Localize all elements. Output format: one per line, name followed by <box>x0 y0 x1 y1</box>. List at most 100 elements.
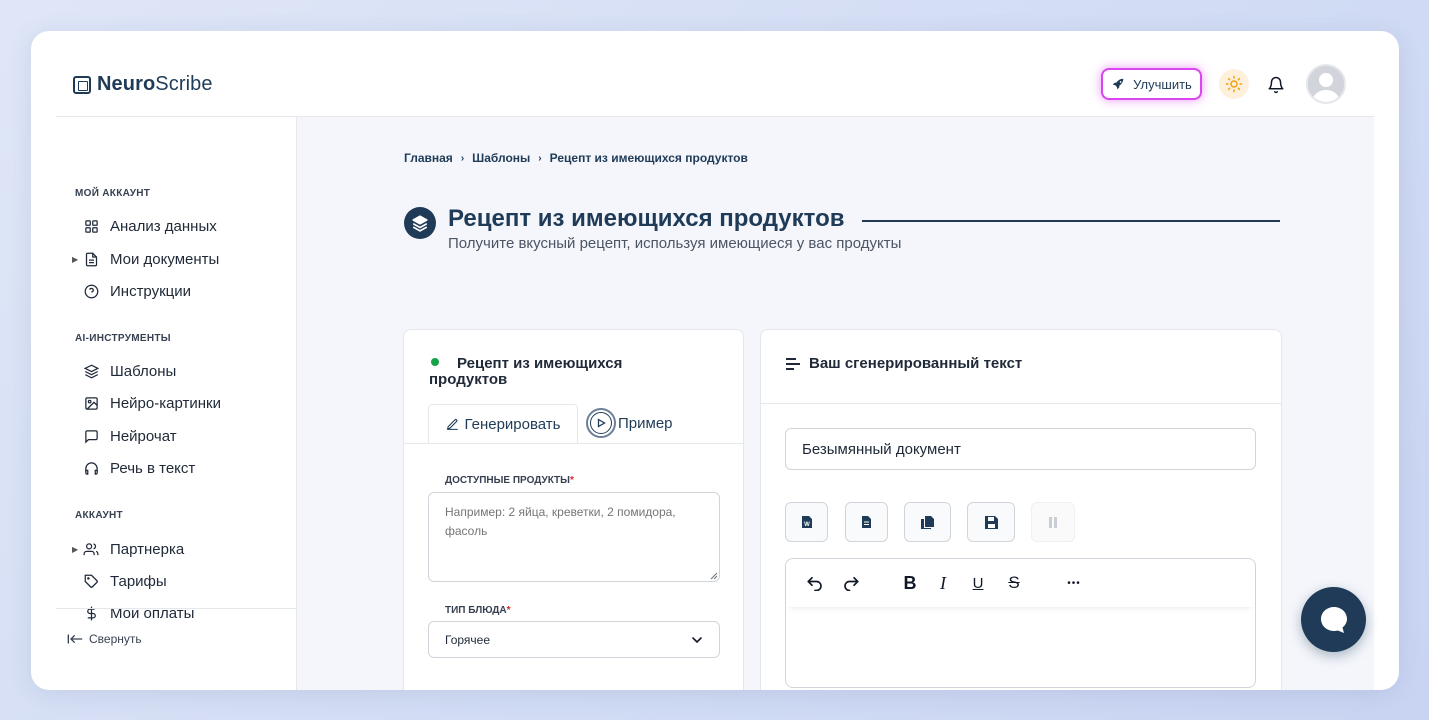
page-title: Рецепт из имеющихся продуктов <box>448 205 845 232</box>
app-window: NeuroScribe Улучшить Мой аккаунт Анализ … <box>31 31 1399 690</box>
collapse-arrow-icon <box>67 634 83 644</box>
breadcrumb-templates[interactable]: Шаблоны <box>472 151 530 165</box>
bold-button[interactable]: B <box>901 571 919 595</box>
rich-text-editor[interactable]: B I U S ••• <box>785 558 1256 688</box>
sidebar-item-my-payments[interactable]: Мои оплаты <box>72 601 194 625</box>
chat-bubble-icon <box>1320 606 1347 633</box>
dollar-icon <box>82 604 100 622</box>
play-icon <box>586 408 616 438</box>
form-card-title: Рецепт из имеющихся продуктов <box>429 355 623 388</box>
image-icon <box>82 394 100 412</box>
user-silhouette-icon <box>1308 66 1344 102</box>
sidebar-divider <box>56 608 296 609</box>
export-text-button[interactable] <box>845 502 888 542</box>
collapse-sidebar-button[interactable]: Свернуть <box>67 632 142 646</box>
sidebar-item-neurochat[interactable]: Нейрочат <box>72 424 177 448</box>
align-left-icon <box>786 357 800 370</box>
layers-icon <box>82 362 100 380</box>
sidebar-item-label: Нейро-картинки <box>110 394 221 412</box>
collapse-label: Свернуть <box>89 632 142 646</box>
chevron-down-icon <box>692 636 702 643</box>
output-title: Ваш сгенерированный текст <box>809 355 1023 372</box>
resize-handle-icon[interactable] <box>708 570 718 580</box>
sidebar-item-data-analysis[interactable]: Анализ данных <box>72 214 217 238</box>
sidebar-item-speech-to-text[interactable]: Речь в текст <box>72 456 195 480</box>
pause-button[interactable] <box>1031 502 1075 542</box>
undo-icon <box>807 576 822 591</box>
headphones-icon <box>82 459 100 477</box>
support-chat-button[interactable] <box>1301 587 1366 652</box>
document-icon <box>82 250 100 268</box>
tag-icon <box>82 572 100 590</box>
section-label-ai-tools: AI-инструменты <box>75 333 171 344</box>
redo-button[interactable] <box>840 571 862 595</box>
section-label-my-account: Мой аккаунт <box>75 188 151 199</box>
rocket-icon <box>1112 78 1124 90</box>
upgrade-label: Улучшить <box>1133 76 1192 92</box>
sidebar-item-my-documents[interactable]: ▶ Мои документы <box>72 247 219 271</box>
breadcrumb-current: Рецепт из имеющихся продуктов <box>549 151 748 165</box>
help-circle-icon <box>82 282 100 300</box>
grid-icon <box>82 217 100 235</box>
svg-text:W: W <box>804 522 810 528</box>
sidebar-item-tariffs[interactable]: Тарифы <box>72 569 167 593</box>
sidebar-item-templates[interactable]: Шаблоны <box>72 359 176 383</box>
sidebar-item-partners[interactable]: ▶ Партнерка <box>72 537 184 561</box>
brand-name: NeuroScribe <box>97 73 213 95</box>
sidebar-item-label: Анализ данных <box>110 217 217 235</box>
tab-generate[interactable]: Генерировать <box>428 404 578 444</box>
user-avatar[interactable] <box>1306 64 1346 104</box>
word-file-icon: W <box>801 516 812 528</box>
brand-logo[interactable]: NeuroScribe <box>73 73 213 96</box>
underline-button[interactable]: U <box>970 571 986 595</box>
breadcrumb-home[interactable]: Главная <box>404 151 453 165</box>
copy-button[interactable] <box>904 502 951 542</box>
title-underline <box>862 220 1280 222</box>
tab-generate-label: Генерировать <box>464 416 561 433</box>
layers-icon <box>404 207 436 239</box>
sidebar-item-label: Мои документы <box>110 250 220 268</box>
file-text-icon <box>862 516 871 528</box>
breadcrumb: Главная › Шаблоны › Рецепт из имеющихся … <box>404 151 748 165</box>
template-form-card: Рецепт из имеющихся продуктов Генерирова… <box>403 329 745 690</box>
strikethrough-button[interactable]: S <box>1005 571 1023 595</box>
sidebar-item-label: Шаблоны <box>110 362 177 380</box>
caret-right-icon[interactable]: ▶ <box>72 255 82 264</box>
more-options-button[interactable]: ••• <box>1063 571 1085 595</box>
editor-toolbar: B I U S ••• <box>786 559 1255 607</box>
products-label: Доступные продукты* <box>445 475 574 486</box>
top-header: NeuroScribe Улучшить <box>56 31 1374 117</box>
sidebar-item-instructions[interactable]: Инструкции <box>72 279 191 303</box>
document-name-input[interactable]: Безымянный документ <box>785 428 1256 470</box>
sun-icon <box>1225 75 1243 93</box>
sidebar-item-label: Инструкции <box>110 282 192 300</box>
upgrade-button[interactable]: Улучшить <box>1101 68 1202 100</box>
users-icon <box>82 540 100 558</box>
copy-icon <box>921 516 934 529</box>
sidebar-item-label: Нейрочат <box>110 427 177 445</box>
section-label-account: Аккаунт <box>75 510 123 521</box>
sidebar: Мой аккаунт Анализ данных ▶ Мои документ… <box>56 117 297 690</box>
logo-icon <box>73 75 91 94</box>
dish-type-select[interactable]: Горячее <box>428 621 720 658</box>
redo-icon <box>844 576 859 591</box>
tab-example[interactable]: Пример <box>586 408 673 438</box>
output-card-header: Ваш сгенерированный текст <box>761 330 1281 404</box>
bell-icon <box>1268 76 1284 94</box>
notifications-button[interactable] <box>1266 74 1286 96</box>
pencil-icon <box>446 419 458 430</box>
sidebar-item-label: Речь в текст <box>110 459 196 477</box>
sidebar-item-label: Партнерка <box>110 540 185 558</box>
tabs-divider <box>404 443 745 444</box>
caret-right-icon[interactable]: ▶ <box>72 545 82 554</box>
products-textarea[interactable] <box>428 492 720 582</box>
save-button[interactable] <box>967 502 1015 542</box>
export-word-button[interactable]: W <box>785 502 828 542</box>
output-card: Ваш сгенерированный текст Безымянный док… <box>760 329 1282 690</box>
pause-icon <box>1049 516 1057 528</box>
theme-toggle-button[interactable] <box>1219 69 1249 99</box>
sidebar-item-neuro-images[interactable]: Нейро-картинки <box>72 391 221 415</box>
undo-button[interactable] <box>804 571 826 595</box>
save-icon <box>984 515 998 529</box>
italic-button[interactable]: I <box>936 571 950 595</box>
